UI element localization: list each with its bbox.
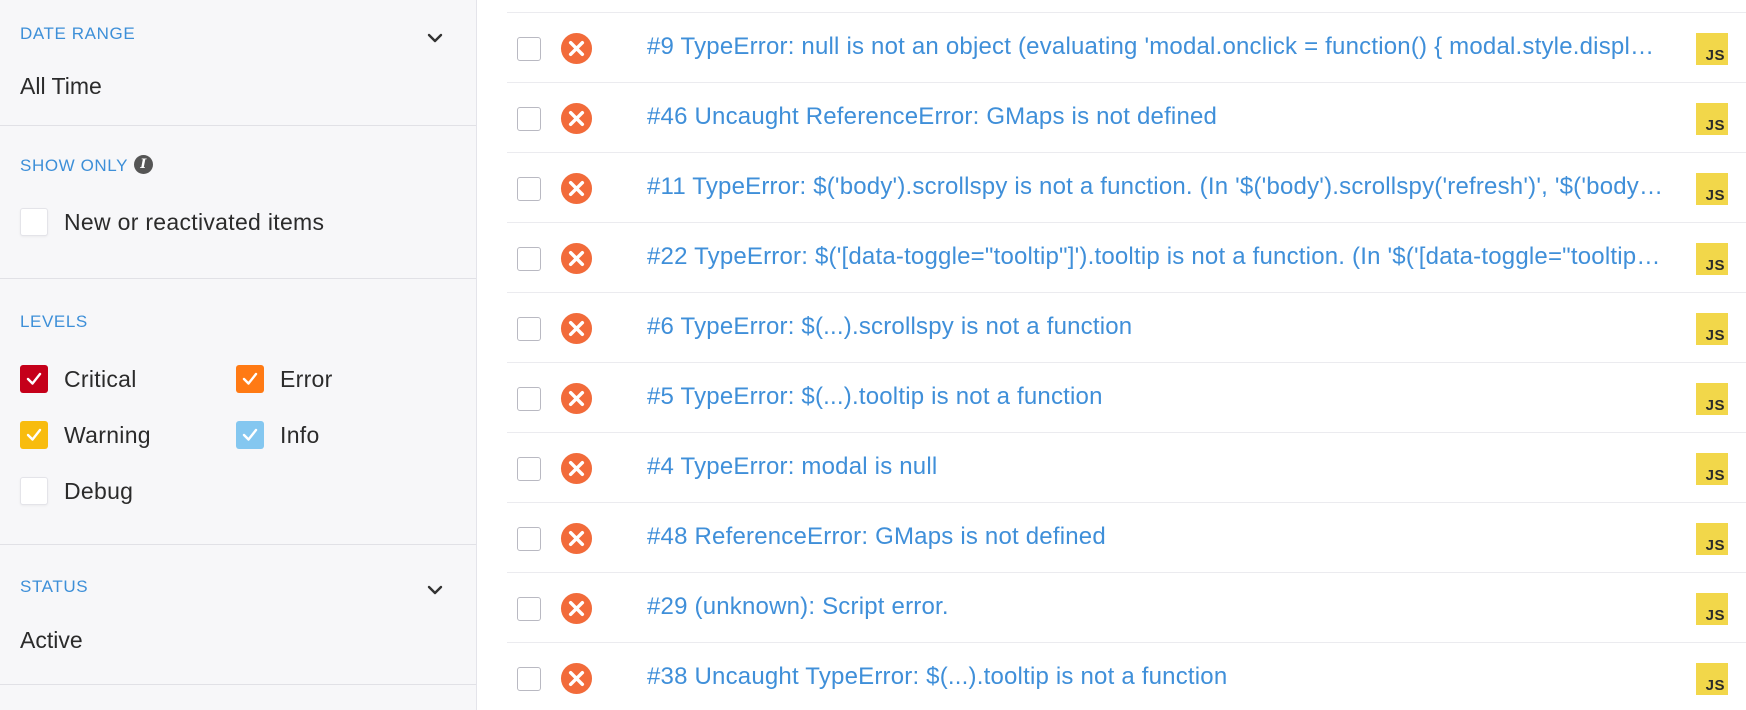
checkmark-icon (242, 428, 258, 441)
row-select-checkbox[interactable] (517, 527, 541, 551)
js-platform-badge: JS (1696, 383, 1728, 415)
js-badge-text: JS (1705, 257, 1725, 274)
error-x-icon (560, 312, 593, 345)
js-badge-text: JS (1705, 327, 1725, 344)
js-platform-badge: JS (1696, 523, 1728, 555)
error-x-icon (560, 102, 593, 135)
levels-label: LEVELS (20, 312, 88, 331)
table-row[interactable]: #4 TypeError: modal is null JS (507, 433, 1746, 503)
item-title-link[interactable]: #11 TypeError: $('body').scrollspy is no… (647, 173, 1667, 201)
js-platform-badge: JS (1696, 593, 1728, 625)
item-title-link[interactable]: #9 TypeError: null is not an object (eva… (647, 33, 1667, 61)
table-row[interactable]: #29 (unknown): Script error. JS (507, 573, 1746, 643)
level-warning-label: Warning (64, 421, 151, 448)
date-range-value[interactable]: All Time (20, 73, 102, 100)
level-critical-checkbox[interactable]: Critical (20, 365, 137, 393)
error-x-icon (560, 662, 593, 695)
js-badge-text: JS (1705, 607, 1725, 624)
level-warning-checkbox[interactable]: Warning (20, 421, 151, 449)
chevron-down-icon[interactable] (424, 579, 446, 601)
level-critical-label: Critical (64, 365, 137, 392)
item-title-link[interactable]: #29 (unknown): Script error. (647, 593, 1667, 621)
status-label: STATUS (20, 577, 89, 596)
level-info-label: Info (280, 421, 320, 448)
checkmark-icon (242, 372, 258, 385)
item-title-link[interactable]: #38 Uncaught TypeError: $(...).tooltip i… (647, 663, 1667, 691)
js-badge-text: JS (1705, 537, 1725, 554)
table-row[interactable]: #11 TypeError: $('body').scrollspy is no… (507, 153, 1746, 223)
checkbox-box[interactable] (236, 421, 264, 449)
checkmark-icon (26, 428, 42, 441)
show-only-section: SHOW ONLY i New or reactivated items (0, 126, 476, 279)
row-select-checkbox[interactable] (517, 457, 541, 481)
show-only-label: SHOW ONLY i (20, 155, 154, 176)
table-row[interactable]: #38 Uncaught TypeError: $(...).tooltip i… (507, 643, 1746, 710)
item-title-link[interactable]: #48 ReferenceError: GMaps is not defined (647, 523, 1667, 551)
error-x-icon (560, 242, 593, 275)
new-or-reactivated-checkbox[interactable]: New or reactivated items (20, 208, 324, 236)
row-select-checkbox[interactable] (517, 597, 541, 621)
level-error-checkbox[interactable]: Error (236, 365, 333, 393)
status-value[interactable]: Active (20, 627, 83, 654)
status-section: STATUS Active (0, 545, 476, 685)
js-platform-badge: JS (1696, 663, 1728, 695)
item-title-link[interactable]: #6 TypeError: $(...).scrollspy is not a … (647, 313, 1667, 341)
js-badge-text: JS (1705, 187, 1725, 204)
table-row[interactable]: #22 TypeError: $('[data-toggle="tooltip"… (507, 223, 1746, 293)
item-title-link[interactable]: #46 Uncaught ReferenceError: GMaps is no… (647, 103, 1667, 131)
checkbox-box[interactable] (20, 421, 48, 449)
error-x-icon (560, 452, 593, 485)
date-range-section: DATE RANGE All Time (0, 0, 476, 126)
js-platform-badge: JS (1696, 313, 1728, 345)
show-only-label-text: SHOW ONLY (20, 156, 129, 175)
error-x-icon (560, 522, 593, 555)
row-select-checkbox[interactable] (517, 247, 541, 271)
js-badge-text: JS (1705, 677, 1725, 694)
info-icon[interactable]: i (134, 155, 154, 175)
row-select-checkbox[interactable] (517, 667, 541, 691)
js-badge-text: JS (1705, 467, 1725, 484)
item-title-link[interactable]: #4 TypeError: modal is null (647, 453, 1667, 481)
js-badge-text: JS (1705, 47, 1725, 64)
table-row[interactable]: #6 TypeError: $(...).scrollspy is not a … (507, 293, 1746, 363)
date-range-label: DATE RANGE (20, 24, 136, 43)
filter-sidebar: DATE RANGE All Time SHOW ONLY i New or re… (0, 0, 477, 710)
item-title-link[interactable]: #5 TypeError: $(...).tooltip is not a fu… (647, 383, 1667, 411)
items-list: #9 TypeError: null is not an object (eva… (477, 0, 1746, 710)
levels-section: LEVELS Critical Error Warning Info Debug (0, 279, 476, 545)
checkmark-icon (26, 372, 42, 385)
level-debug-checkbox[interactable]: Debug (20, 477, 133, 505)
js-badge-text: JS (1705, 117, 1725, 134)
table-row[interactable]: #9 TypeError: null is not an object (eva… (507, 13, 1746, 83)
error-x-icon (560, 32, 593, 65)
table-row[interactable]: #48 ReferenceError: GMaps is not defined… (507, 503, 1746, 573)
table-row[interactable]: #5 TypeError: $(...).tooltip is not a fu… (507, 363, 1746, 433)
error-x-icon (560, 382, 593, 415)
level-error-label: Error (280, 365, 333, 392)
level-debug-label: Debug (64, 477, 134, 504)
level-info-checkbox[interactable]: Info (236, 421, 320, 449)
js-platform-badge: JS (1696, 453, 1728, 485)
checkbox-box[interactable] (20, 365, 48, 393)
js-platform-badge: JS (1696, 103, 1728, 135)
new-or-reactivated-label: New or reactivated items (64, 208, 325, 235)
checkbox-box[interactable] (20, 477, 48, 505)
checkbox-box[interactable] (20, 208, 48, 236)
row-select-checkbox[interactable] (517, 107, 541, 131)
js-badge-text: JS (1705, 397, 1725, 414)
row-select-checkbox[interactable] (517, 37, 541, 61)
js-platform-badge: JS (1696, 243, 1728, 275)
chevron-down-icon[interactable] (424, 27, 446, 49)
table-row[interactable]: #46 Uncaught ReferenceError: GMaps is no… (507, 83, 1746, 153)
js-platform-badge: JS (1696, 33, 1728, 65)
item-title-link[interactable]: #22 TypeError: $('[data-toggle="tooltip"… (647, 243, 1667, 271)
row-select-checkbox[interactable] (517, 317, 541, 341)
row-select-checkbox[interactable] (517, 387, 541, 411)
js-platform-badge: JS (1696, 173, 1728, 205)
row-select-checkbox[interactable] (517, 177, 541, 201)
app-window: DATE RANGE All Time SHOW ONLY i New or re… (0, 0, 1746, 710)
error-x-icon (560, 172, 593, 205)
error-x-icon (560, 592, 593, 625)
checkbox-box[interactable] (236, 365, 264, 393)
